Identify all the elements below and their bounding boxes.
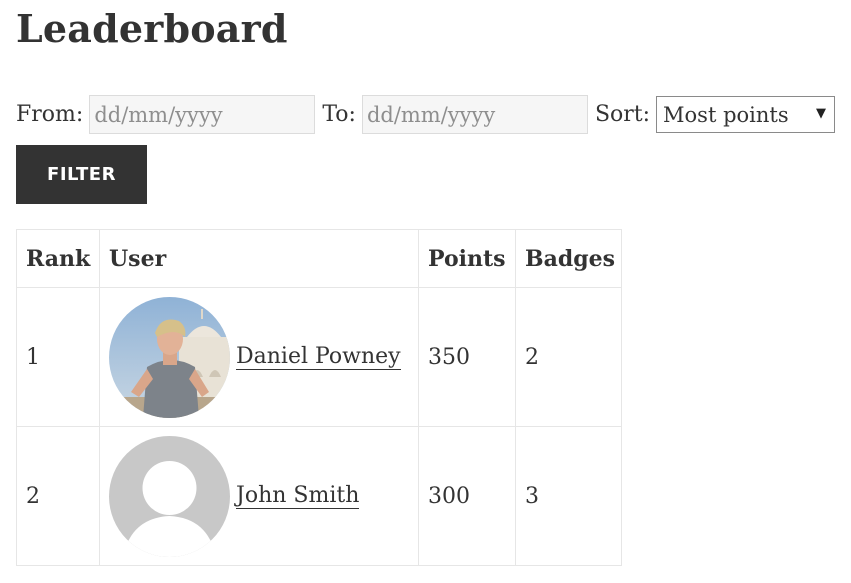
user-cell: John Smith [99, 426, 419, 566]
header-user: User [99, 229, 419, 288]
user-avatar-photo [109, 296, 230, 418]
table-header-row: Rank User Points Badges [16, 229, 622, 288]
from-date-input[interactable] [89, 95, 316, 134]
table-row: 1 Daniel Powney 350 2 [16, 287, 622, 427]
header-points: Points [418, 229, 516, 288]
sort-label: Sort: [594, 102, 651, 127]
user-link[interactable]: Daniel Powney [236, 344, 401, 371]
page-title: Leaderboard [16, 6, 288, 51]
points-cell: 350 [418, 287, 516, 427]
to-date-input[interactable] [361, 95, 588, 134]
default-avatar-icon [109, 435, 230, 557]
user-link[interactable]: John Smith [236, 483, 360, 510]
filter-bar: From: To: Sort: Most points ▼ [16, 95, 836, 134]
badges-cell: 3 [515, 426, 622, 566]
header-rank: Rank [16, 229, 100, 288]
header-badges: Badges [515, 229, 622, 288]
rank-cell: 1 [16, 287, 100, 427]
leaderboard-table: Rank User Points Badges 1 Daniel Powney … [16, 229, 622, 566]
rank-cell: 2 [16, 426, 100, 566]
filter-button[interactable]: FILTER [16, 145, 147, 204]
to-label: To: [322, 102, 356, 127]
leaderboard-page: Leaderboard From: To: Sort: Most points … [0, 0, 851, 583]
sort-select[interactable]: Most points ▼ [656, 96, 836, 133]
user-cell: Daniel Powney [99, 287, 419, 427]
points-cell: 300 [418, 426, 516, 566]
table-row: 2 John Smith 300 3 [16, 426, 622, 566]
badges-cell: 2 [515, 287, 622, 427]
dropdown-arrow-icon: ▼ [816, 106, 827, 121]
from-label: From: [16, 102, 84, 127]
sort-selected-value: Most points [663, 102, 789, 127]
